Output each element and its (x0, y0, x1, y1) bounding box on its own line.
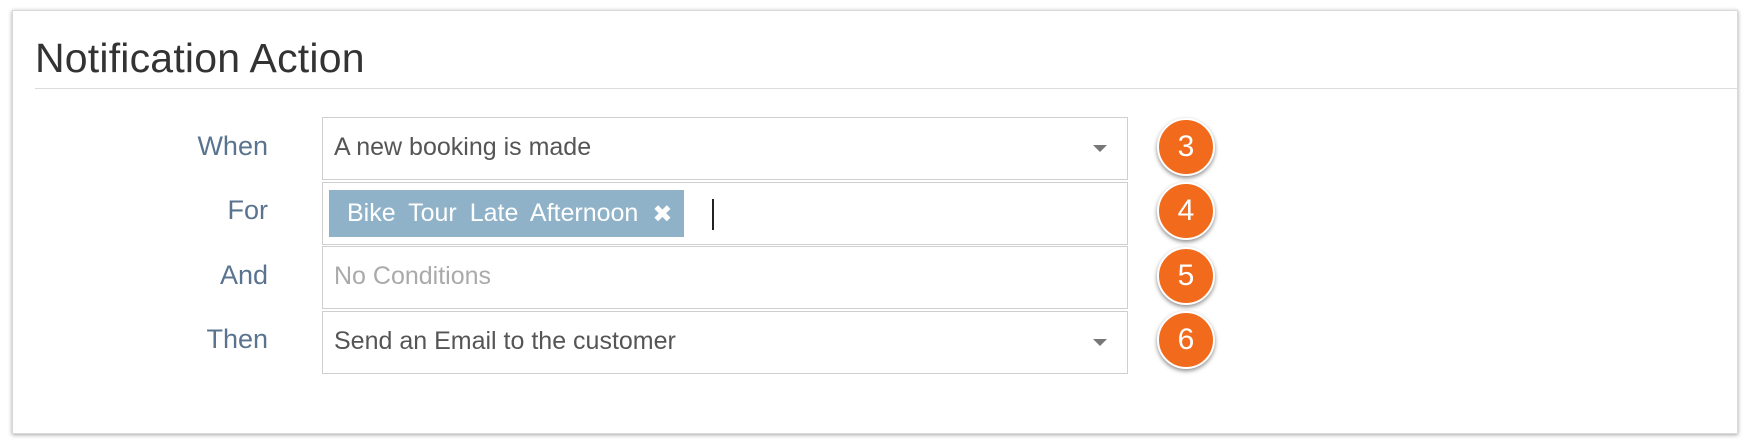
and-label: And (219, 260, 268, 290)
for-tag-input[interactable]: Bike Tour Late Afternoon ✖ (322, 182, 1128, 245)
then-select[interactable]: Send an Email to the customer (322, 311, 1128, 374)
panel-title: Notification Action (35, 35, 365, 81)
chevron-down-icon (1093, 145, 1107, 152)
when-select[interactable]: A new booking is made (322, 117, 1128, 180)
text-cursor (712, 199, 714, 230)
title-divider (35, 88, 1739, 89)
conditions-placeholder: No Conditions (334, 262, 492, 290)
step-badge-4: 4 (1157, 182, 1215, 240)
close-icon[interactable]: ✖ (652, 202, 672, 226)
step-badge-5: 5 (1157, 247, 1215, 305)
when-label: When (197, 131, 268, 161)
for-label: For (227, 195, 269, 225)
notification-action-panel: Notification Action When A new booking i… (12, 10, 1739, 434)
then-select-value: Send an Email to the customer (334, 327, 676, 355)
step-badge-6: 6 (1157, 311, 1215, 369)
then-label: Then (206, 324, 268, 354)
selected-tag: Bike Tour Late Afternoon ✖ (329, 190, 685, 237)
chevron-down-icon (1093, 339, 1107, 346)
conditions-input[interactable]: No Conditions (322, 246, 1128, 309)
selected-tag-label: Bike Tour Late Afternoon (347, 199, 639, 227)
when-select-value: A new booking is made (334, 133, 592, 161)
step-badge-3: 3 (1157, 118, 1215, 176)
